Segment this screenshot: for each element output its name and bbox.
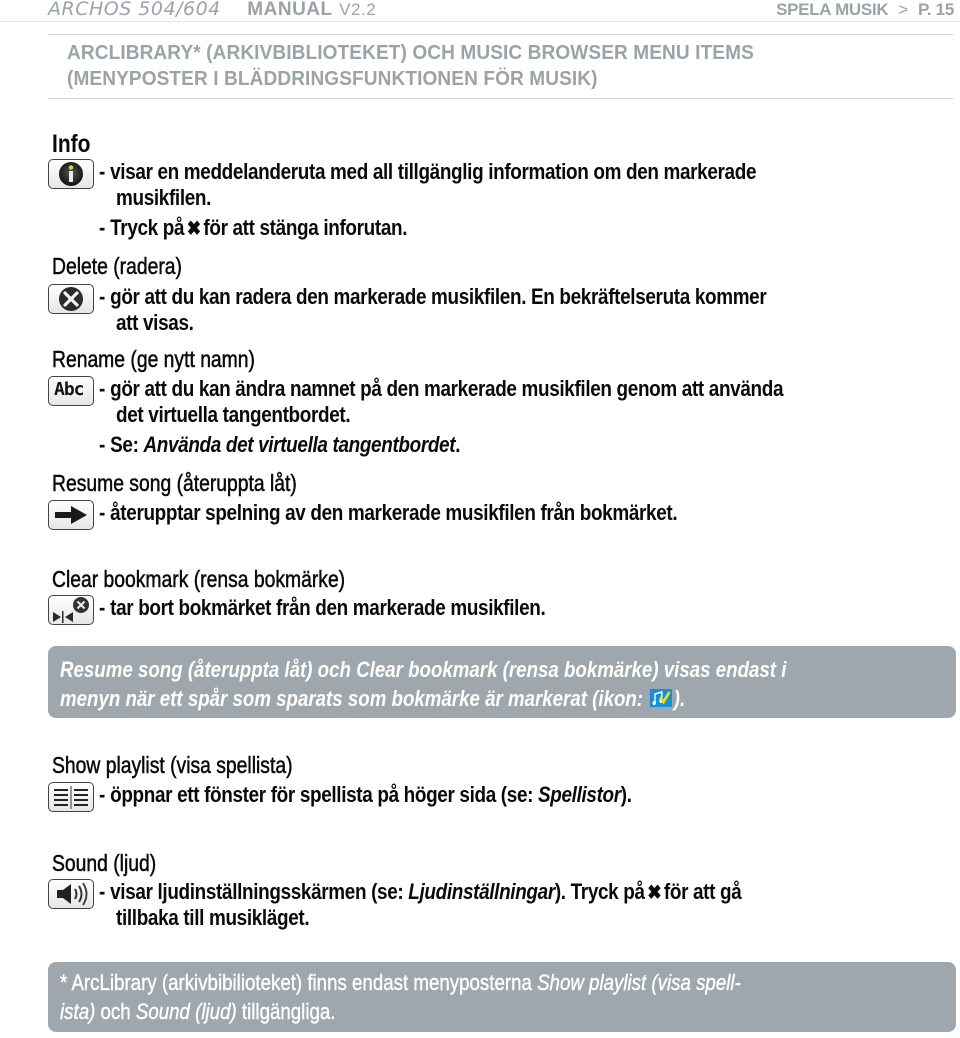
delete-icon bbox=[48, 284, 94, 314]
manual-version: V2.2 bbox=[339, 0, 377, 19]
header-divider bbox=[0, 21, 960, 22]
bookmarked-track-icon bbox=[649, 689, 673, 708]
sound-description-cont: tillbaka till musikläget. bbox=[116, 905, 310, 930]
close-x-icon: ✖ bbox=[186, 218, 201, 240]
rename-see-also: - Se: Använda det virtuella tangentbordet… bbox=[99, 432, 461, 457]
product-name: ARCHOS 504/604 bbox=[48, 0, 221, 20]
title-divider-bottom bbox=[48, 98, 954, 99]
clear-bookmark-description: - tar bort bokmärket från den markerade m… bbox=[99, 595, 546, 620]
resume-arrow-icon bbox=[48, 500, 94, 530]
heading-clear-bookmark: Clear bookmark (rensa bokmärke) bbox=[52, 566, 346, 593]
speaker-icon bbox=[48, 879, 94, 909]
info-description: - visar en meddelanderuta med all tillgän… bbox=[99, 159, 757, 184]
bookmark-note-box: Resume song (återuppta låt) och Clear bo… bbox=[48, 646, 956, 718]
page-title: ARCLIBRARY* (ARKIVBIBLIOTEKET) OCH MUSIC… bbox=[67, 40, 754, 92]
info-description-cont: musikfilen. bbox=[116, 185, 212, 210]
rename-description: - gör att du kan ändra namnet på den mark… bbox=[99, 376, 784, 401]
manual-label: MANUAL bbox=[247, 0, 333, 20]
playlist-description: - öppnar ett fönster för spellista på hög… bbox=[99, 782, 632, 807]
page-title-line-1: ARCLIBRARY* (ARKIVBIBLIOTEKET) OCH MUSIC… bbox=[67, 41, 754, 64]
clear-bookmark-icon bbox=[48, 595, 94, 625]
sound-description: - visar ljudinställningsskärmen (se: Ljud… bbox=[99, 879, 742, 904]
heading-info: Info bbox=[52, 130, 91, 158]
close-x-icon: ✖ bbox=[647, 882, 662, 904]
breadcrumb-separator: > bbox=[898, 0, 908, 19]
rename-description-cont: det virtuella tangentbordet. bbox=[116, 402, 351, 427]
arclibrary-note-box: * ArcLibrary (arkivbibilioteket) finns e… bbox=[48, 962, 956, 1032]
delete-description: - gör att du kan radera den markerade mus… bbox=[99, 284, 767, 309]
document-header-left: ARCHOS 504/604 MANUAL V2.2 bbox=[48, 0, 376, 21]
arclibrary-note-text: * ArcLibrary (arkivbibilioteket) finns e… bbox=[60, 970, 741, 1024]
title-divider-top bbox=[48, 34, 954, 35]
info-icon bbox=[48, 159, 94, 189]
heading-rename: Rename (ge nytt namn) bbox=[52, 346, 255, 373]
heading-delete: Delete (radera) bbox=[52, 253, 182, 280]
delete-description-cont: att visas. bbox=[116, 310, 194, 335]
playlist-icon bbox=[48, 782, 94, 812]
link-playlists[interactable]: Spellistor bbox=[538, 782, 621, 807]
page-number: P. 15 bbox=[917, 0, 954, 19]
link-sound-settings[interactable]: Ljudinställningar bbox=[408, 879, 555, 904]
breadcrumb: SPELA MUSIK > P. 15 bbox=[776, 0, 954, 20]
rename-abc-icon: Abc bbox=[48, 376, 94, 406]
heading-resume: Resume song (återuppta låt) bbox=[52, 470, 297, 497]
heading-show-playlist: Show playlist (visa spellista) bbox=[52, 752, 293, 779]
link-virtual-keyboard[interactable]: Använda det virtuella tangentbordet bbox=[143, 432, 455, 457]
bookmark-note-text: Resume song (återuppta låt) och Clear bo… bbox=[60, 657, 787, 711]
heading-sound: Sound (ljud) bbox=[52, 850, 157, 877]
page-title-line-2: (MENYPOSTER I BLÄDDRINGSFUNKTIONEN FÖR M… bbox=[67, 67, 598, 90]
info-close-hint: - Tryck på ✖ för att stänga inforutan. bbox=[99, 215, 408, 240]
breadcrumb-section: SPELA MUSIK bbox=[776, 0, 889, 19]
resume-description: - återupptar spelning av den markerade mu… bbox=[99, 500, 678, 525]
